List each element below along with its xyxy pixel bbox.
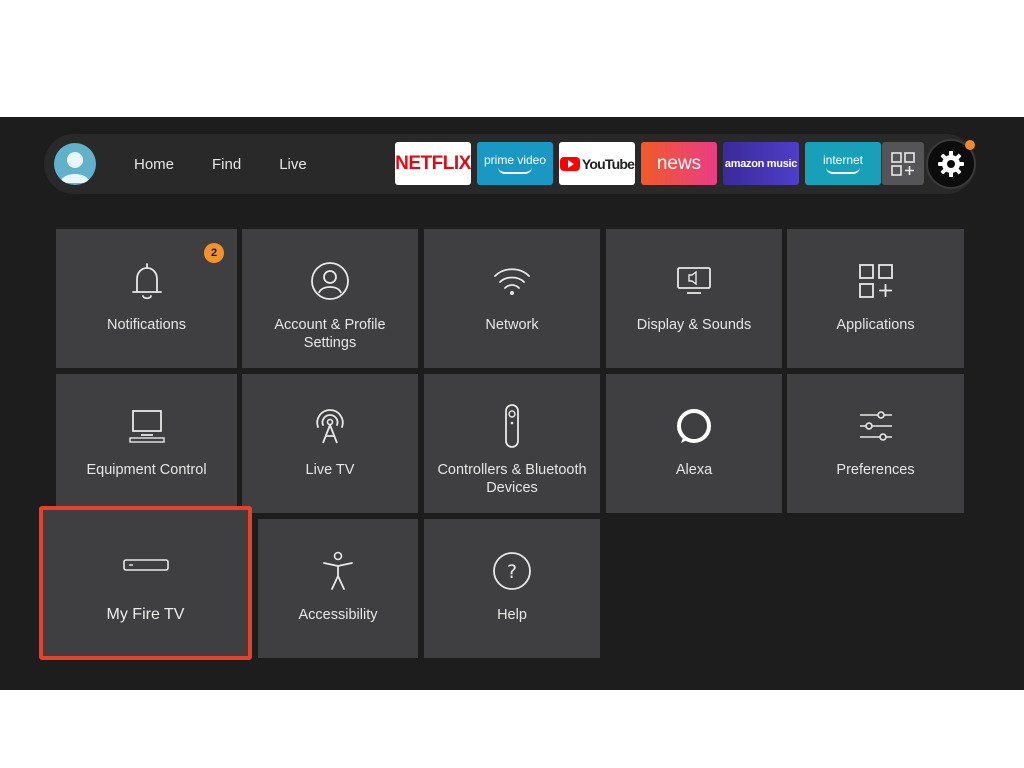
remote-icon — [490, 404, 534, 448]
tile-notifications[interactable]: 2 Notifications — [56, 229, 237, 368]
tile-label: Help — [497, 607, 527, 623]
tile-display-sounds[interactable]: Display & Sounds — [606, 229, 782, 368]
alexa-icon — [672, 404, 716, 448]
tv-equipment-icon — [125, 404, 169, 448]
app-news[interactable]: news — [641, 142, 717, 185]
bell-icon — [125, 259, 169, 303]
nav-home[interactable]: Home — [134, 156, 174, 173]
tile-preferences[interactable]: Preferences — [787, 374, 964, 513]
tile-my-fire-tv[interactable]: My Fire TV — [39, 506, 252, 660]
user-avatar-icon — [60, 152, 90, 183]
settings-alert-dot — [965, 140, 975, 150]
fire-tv-stick-icon — [121, 550, 171, 580]
youtube-label: YouTube — [581, 155, 635, 172]
tile-help[interactable]: ? Help — [424, 519, 600, 658]
tile-label: Equipment Control — [86, 462, 207, 478]
fire-tv-screen: Home Find Live NETFLIX prime video YouTu… — [0, 117, 1024, 690]
nav-find[interactable]: Find — [212, 156, 241, 173]
nav-links: Home Find Live — [134, 134, 345, 194]
news-label: news — [656, 152, 702, 174]
app-netflix[interactable]: NETFLIX — [395, 142, 471, 185]
wifi-icon — [490, 259, 534, 303]
tile-label: Display & Sounds — [636, 317, 752, 333]
tile-network[interactable]: Network — [424, 229, 600, 368]
gear-icon — [938, 151, 964, 177]
help-question-icon: ? — [490, 549, 534, 593]
tile-accessibility[interactable]: Accessibility — [258, 519, 418, 658]
tile-label: My Fire TV — [106, 606, 185, 623]
tile-equipment-control[interactable]: Equipment Control — [56, 374, 237, 513]
tile-alexa[interactable]: Alexa — [606, 374, 782, 513]
tile-label: Live TV — [305, 462, 355, 478]
tile-label: Notifications — [107, 317, 186, 333]
app-amazon-music[interactable]: amazon music — [723, 142, 799, 185]
tile-account-profile-settings[interactable]: Account & Profile Settings — [242, 229, 418, 368]
youtube-play-icon — [559, 156, 580, 171]
amazon-music-label: amazon music — [724, 157, 798, 170]
tile-label: Preferences — [836, 462, 915, 478]
tile-applications[interactable]: Applications — [787, 229, 964, 368]
profile-avatar[interactable] — [54, 143, 96, 185]
tile-label: Applications — [836, 317, 915, 333]
app-youtube[interactable]: YouTube — [559, 142, 635, 185]
tile-label: Accessibility — [298, 607, 378, 623]
notification-count-badge: 2 — [204, 243, 224, 263]
prime-video-label: prime video — [483, 152, 547, 167]
nav-live[interactable]: Live — [279, 156, 307, 173]
tile-controllers-bluetooth[interactable]: Controllers & Bluetooth Devices — [424, 374, 600, 513]
app-internet[interactable]: internet — [805, 142, 881, 185]
profile-circle-icon — [308, 259, 352, 303]
apps-grid-icon — [854, 259, 898, 303]
tile-label: Controllers & Bluetooth Devices — [437, 462, 587, 496]
antenna-icon — [308, 404, 352, 448]
apps-grid-icon — [891, 151, 915, 176]
sliders-icon — [854, 404, 898, 448]
app-prime-video[interactable]: prime video — [477, 142, 553, 185]
top-nav-bar: Home Find Live NETFLIX prime video YouTu… — [44, 134, 976, 194]
svg-text:?: ? — [507, 561, 517, 583]
app-row: NETFLIX prime video YouTube news amazon … — [395, 142, 881, 185]
display-speaker-icon — [672, 259, 716, 303]
all-apps-button[interactable] — [882, 142, 924, 185]
internet-smile-icon — [826, 167, 860, 174]
prime-smile-icon — [498, 167, 532, 174]
netflix-label: NETFLIX — [395, 152, 471, 174]
tile-live-tv[interactable]: Live TV — [242, 374, 418, 513]
tile-label: Account & Profile Settings — [274, 317, 386, 351]
internet-label: internet — [822, 152, 864, 167]
tile-label: Network — [485, 317, 539, 333]
tile-label: Alexa — [675, 462, 713, 478]
accessibility-person-icon — [316, 549, 360, 593]
